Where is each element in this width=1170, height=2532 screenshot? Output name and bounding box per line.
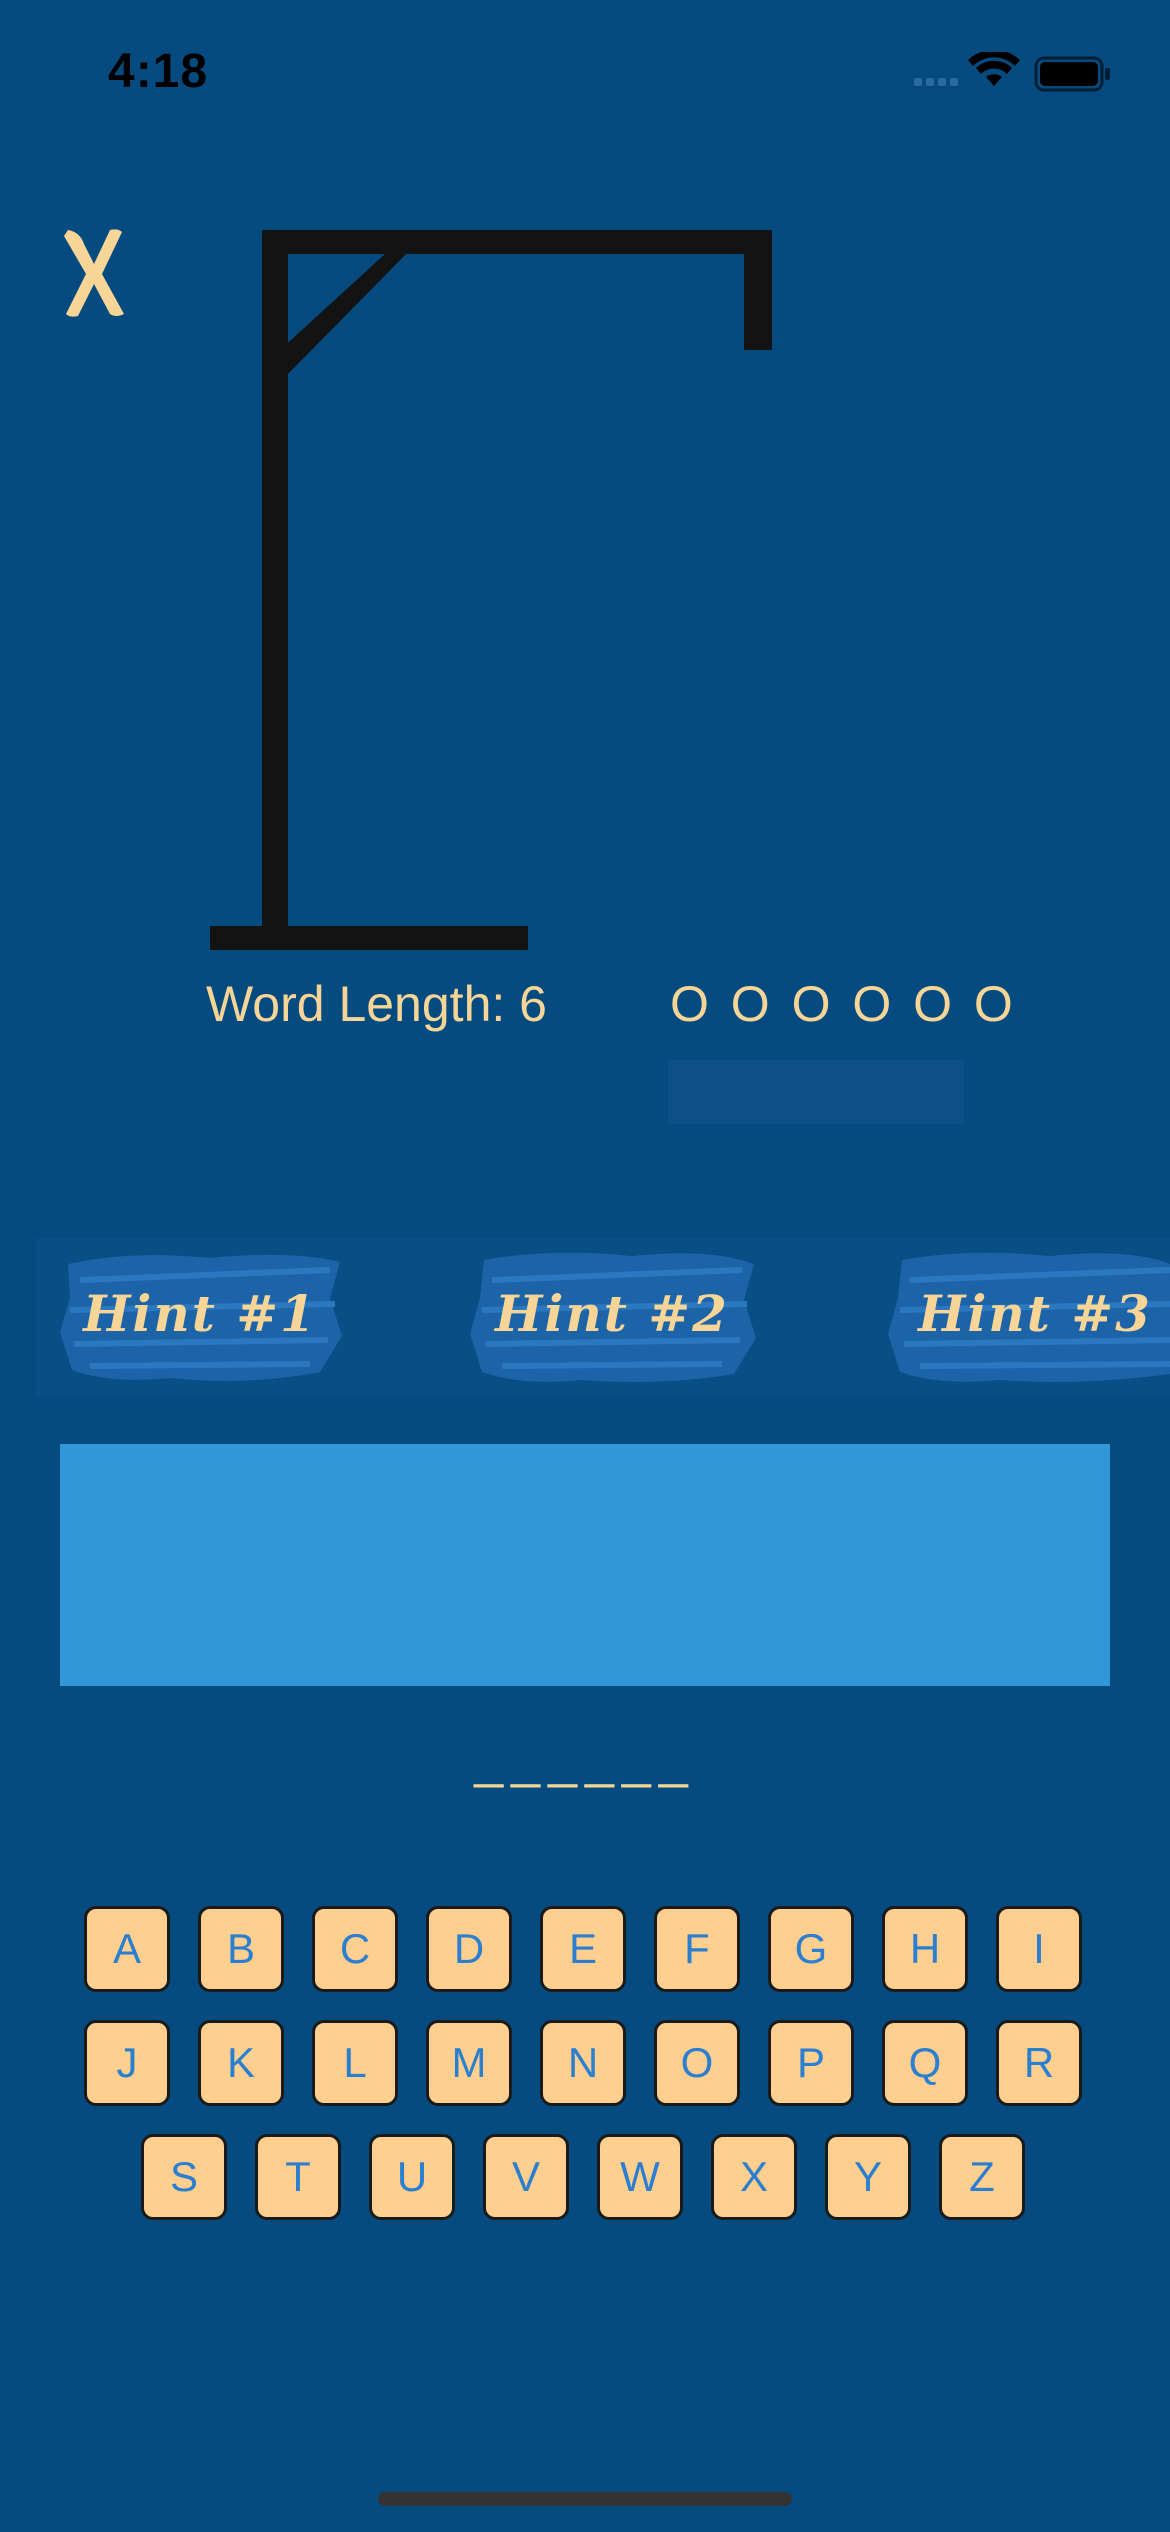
hint-button-2[interactable]: Hint #2	[462, 1240, 762, 1390]
hint-button-3[interactable]: Hint #3	[880, 1240, 1170, 1390]
key-q[interactable]: Q	[882, 2020, 968, 2106]
key-j[interactable]: J	[84, 2020, 170, 2106]
key-i[interactable]: I	[996, 1906, 1082, 1992]
lives-shadow	[668, 1060, 964, 1124]
wifi-icon	[968, 49, 1020, 86]
key-a[interactable]: A	[84, 1906, 170, 1992]
key-n[interactable]: N	[540, 2020, 626, 2106]
hint-label: Hint #1	[83, 1284, 317, 1343]
key-c[interactable]: C	[312, 1906, 398, 1992]
hint-label: Hint #2	[495, 1284, 729, 1343]
signal-icon	[914, 78, 958, 86]
key-w[interactable]: W	[597, 2134, 683, 2220]
key-k[interactable]: K	[198, 2020, 284, 2106]
key-y[interactable]: Y	[825, 2134, 911, 2220]
key-e[interactable]: E	[540, 1906, 626, 1992]
hint-label: Hint #3	[918, 1284, 1152, 1343]
status-time: 4:18	[108, 45, 209, 98]
key-m[interactable]: M	[426, 2020, 512, 2106]
key-r[interactable]: R	[996, 2020, 1082, 2106]
key-b[interactable]: B	[198, 1906, 284, 1992]
lives-indicator: O O O O O O	[670, 976, 1017, 1032]
key-h[interactable]: H	[882, 1906, 968, 1992]
key-p[interactable]: P	[768, 2020, 854, 2106]
word-blanks: ______	[474, 1731, 696, 1789]
close-icon	[64, 229, 124, 317]
close-button[interactable]	[60, 222, 130, 322]
gallows	[210, 230, 772, 950]
word-length-label: Word Length: 6	[206, 976, 547, 1032]
battery-icon	[1034, 56, 1110, 92]
key-s[interactable]: S	[141, 2134, 227, 2220]
hint-display-panel	[60, 1444, 1110, 1686]
key-u[interactable]: U	[369, 2134, 455, 2220]
key-t[interactable]: T	[255, 2134, 341, 2220]
key-v[interactable]: V	[483, 2134, 569, 2220]
hint-button-1[interactable]: Hint #1	[50, 1240, 350, 1390]
key-g[interactable]: G	[768, 1906, 854, 1992]
key-l[interactable]: L	[312, 2020, 398, 2106]
home-indicator[interactable]	[378, 2492, 792, 2506]
status-icons	[914, 49, 1114, 96]
key-d[interactable]: D	[426, 1906, 512, 1992]
key-z[interactable]: Z	[939, 2134, 1025, 2220]
key-o[interactable]: O	[654, 2020, 740, 2106]
key-x[interactable]: X	[711, 2134, 797, 2220]
key-f[interactable]: F	[654, 1906, 740, 1992]
